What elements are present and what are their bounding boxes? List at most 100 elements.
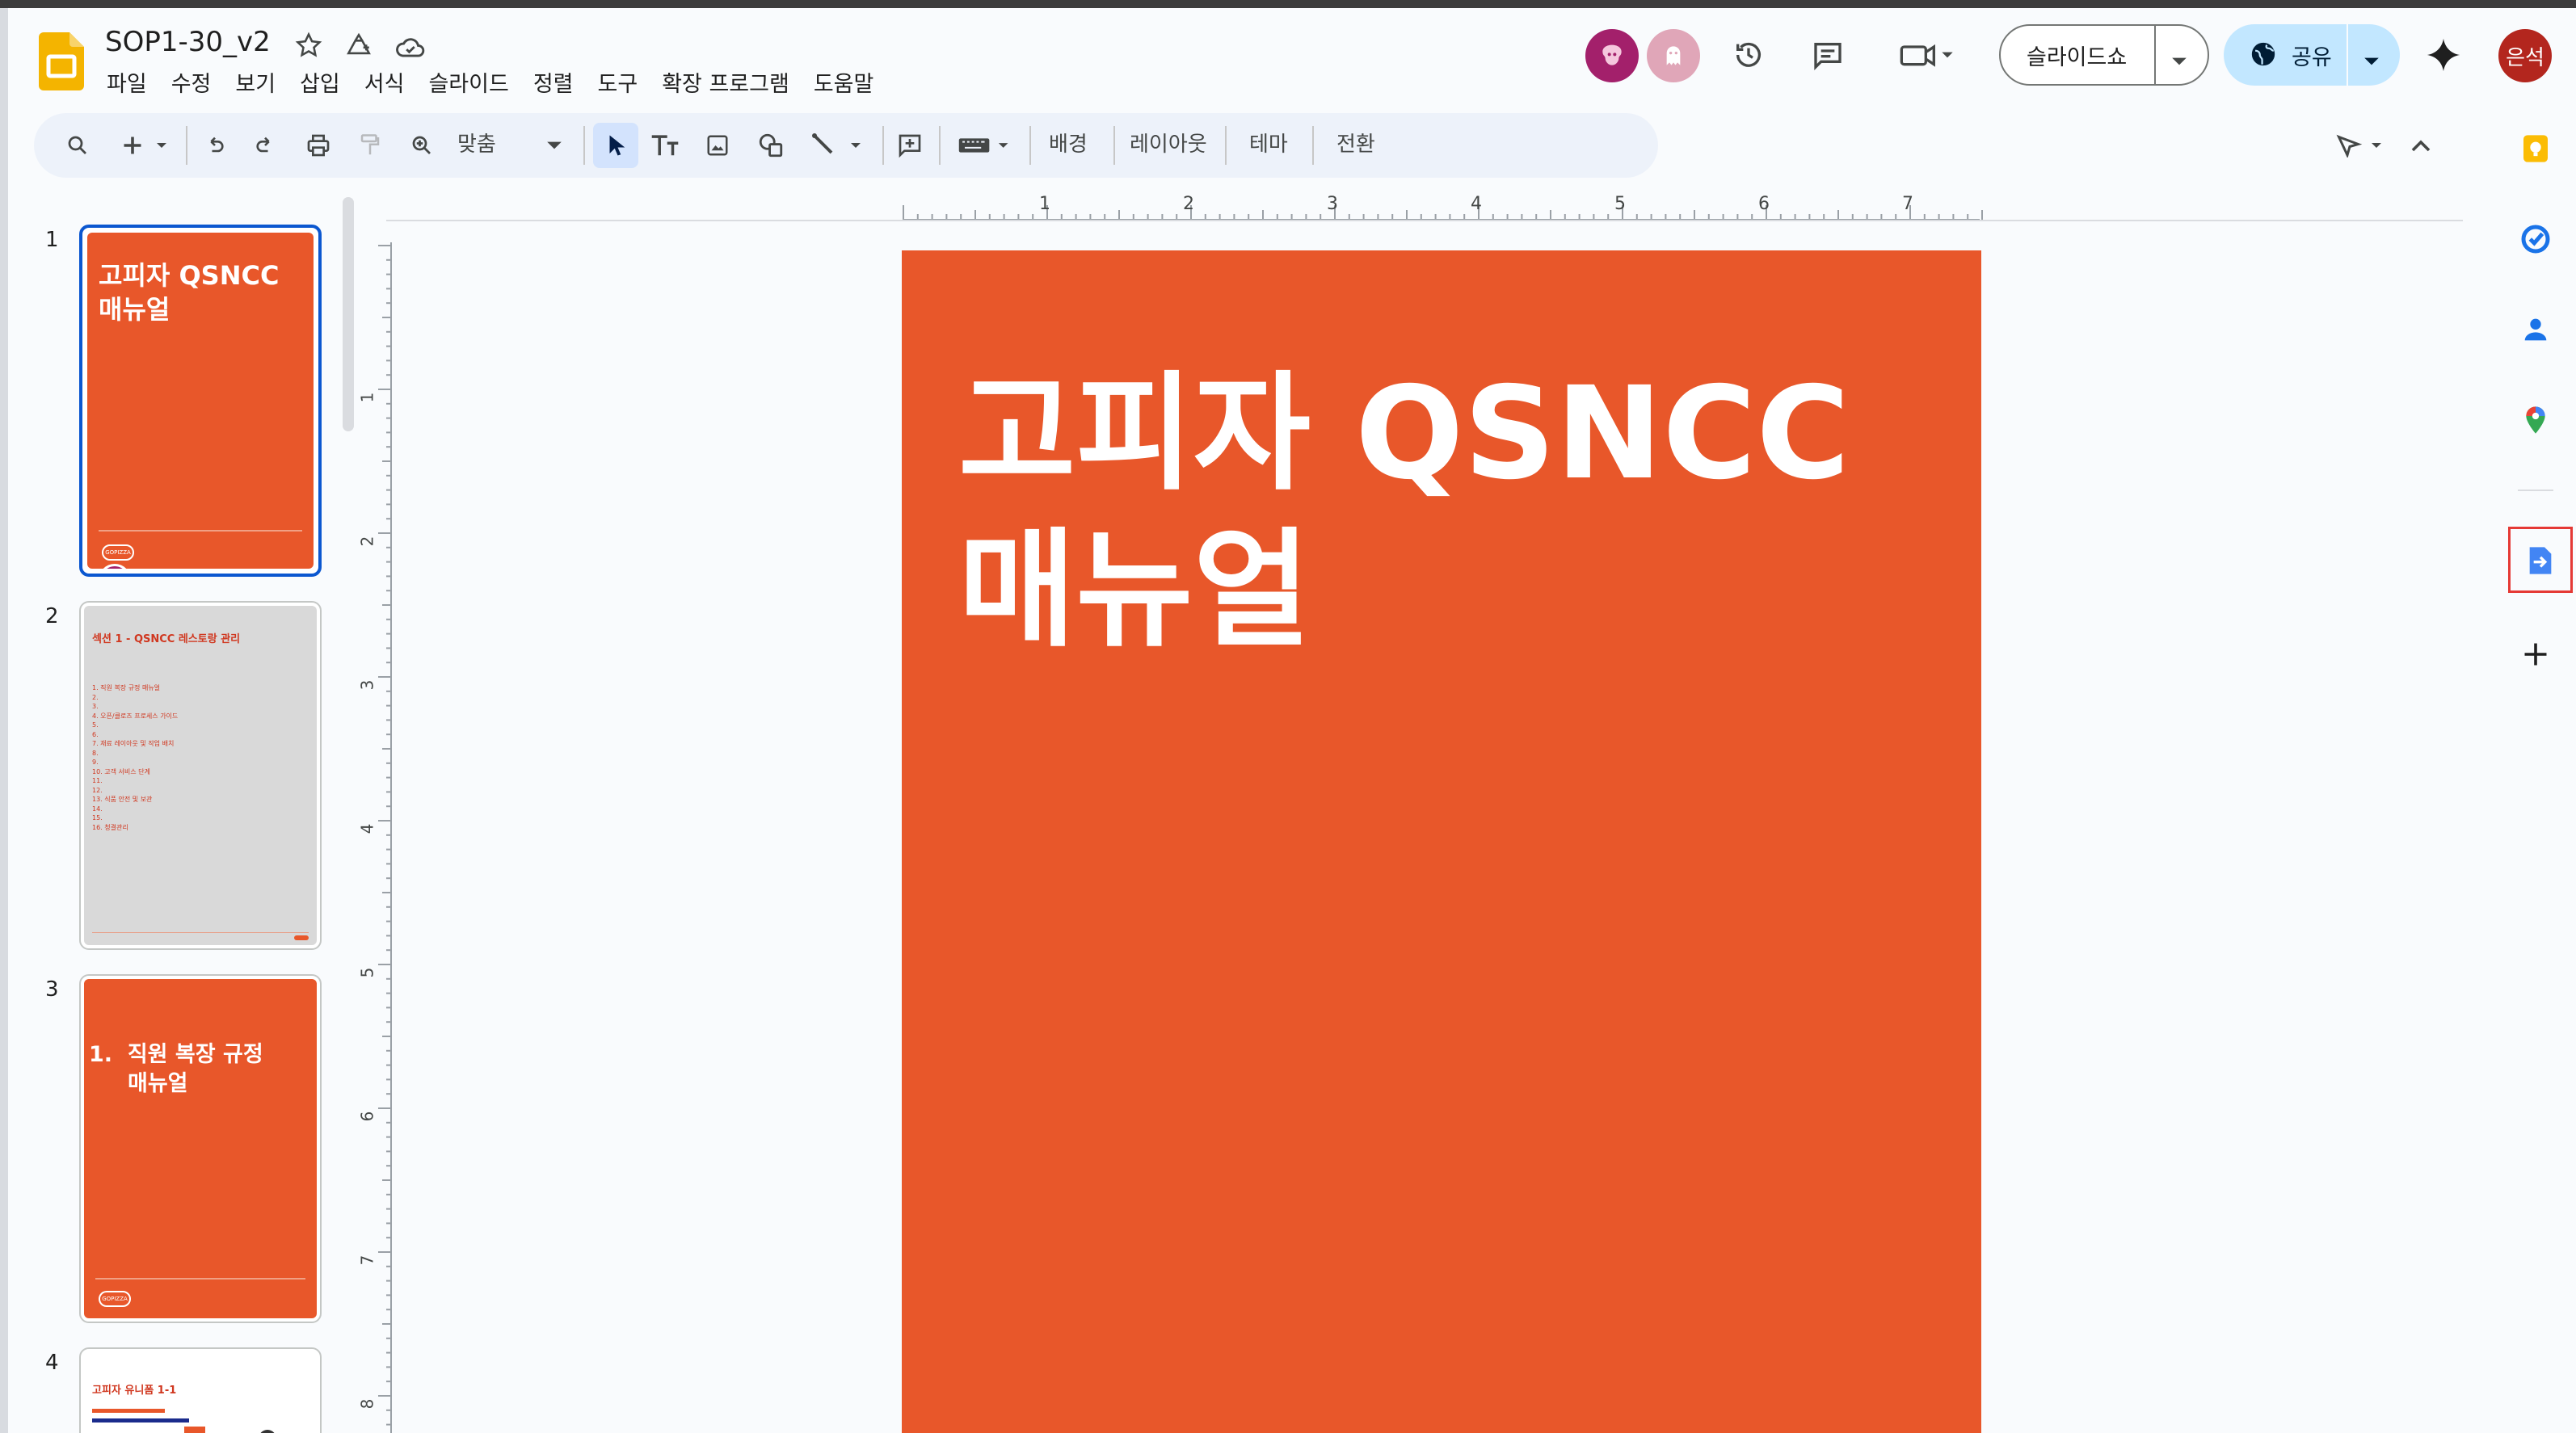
ruler-h-6: 6 [1758, 194, 1770, 214]
user-avatar[interactable]: 은석 [2498, 29, 2552, 82]
globe-icon [2250, 40, 2277, 74]
slide-thumbnail-2[interactable]: 섹션 1 - QSNCC 레스토랑 관리 1. 직원 복장 규정 매뉴얼 2. 3.… [79, 601, 322, 950]
shape-icon[interactable] [753, 126, 789, 165]
menu-help[interactable]: 도움말 [814, 66, 874, 98]
ruler-v-7: 7 [357, 1254, 377, 1266]
ruler-v-4: 4 [357, 823, 377, 834]
slide-canvas[interactable]: 고피자 QSNCC 매뉴얼 [902, 250, 1981, 1433]
star-icon[interactable] [291, 27, 326, 63]
slideshow-button[interactable]: 슬라이드쇼 [1999, 24, 2209, 86]
layout-button[interactable]: 레이아웃 [1130, 128, 1207, 158]
thumb3-logo: GOPIZZA [99, 1291, 131, 1307]
zoom-dropdown[interactable]: 맞춤 [457, 128, 496, 158]
ruler-h-1: 1 [1039, 194, 1050, 214]
addon-import-icon[interactable] [2521, 541, 2560, 580]
slide-number-4: 4 [45, 1351, 59, 1375]
thumb1-title-line1: 고피자 QSNCC [99, 260, 280, 291]
thumb4-title: 고피자 유니폼 1-1 [92, 1385, 177, 1397]
ruler-v-3: 3 [357, 679, 377, 691]
menu-edit[interactable]: 수정 [171, 66, 212, 98]
theme-button[interactable]: 테마 [1249, 128, 1288, 158]
ruler-h-3: 3 [1327, 194, 1338, 214]
slide-number-3: 3 [45, 977, 59, 1002]
share-button[interactable]: 공유 [2224, 24, 2400, 86]
thumb3-title-line1: 1. 직원 복장 규정 [89, 1042, 263, 1067]
text-box-icon[interactable] [646, 126, 684, 165]
ruler-v-8: 8 [357, 1398, 377, 1410]
window-top-edge [0, 0, 2576, 8]
slide-title[interactable]: 고피자 QSNCC 매뉴얼 [958, 355, 1928, 669]
line-tool-icon[interactable] [806, 126, 871, 165]
input-tools-icon[interactable] [953, 126, 1018, 165]
redo-icon[interactable] [247, 126, 283, 165]
zoom-icon[interactable] [404, 126, 440, 165]
ruler-h-4: 4 [1471, 194, 1482, 214]
slide-number-1: 1 [45, 228, 59, 252]
add-comment-icon[interactable] [892, 126, 928, 165]
slide-thumbnail-3[interactable]: 1. 직원 복장 규정 매뉴얼 GOPIZZA [79, 974, 322, 1323]
thumb1-logo: GOPIZZA [102, 544, 134, 561]
transition-button[interactable]: 전환 [1336, 128, 1375, 158]
menu-insert[interactable]: 삽입 [300, 66, 340, 98]
search-menus-icon[interactable] [60, 126, 95, 165]
collapse-toolbar-icon[interactable] [2405, 126, 2437, 165]
slideshow-label: 슬라이드쇼 [2027, 44, 2128, 70]
menu-file[interactable]: 파일 [107, 66, 147, 98]
paint-format-icon[interactable] [352, 126, 388, 165]
collaborator-cursor-avatar [99, 564, 131, 569]
share-chevron-down-icon[interactable] [2363, 48, 2380, 74]
maps-icon[interactable] [2516, 401, 2555, 439]
window-left-edge [0, 8, 8, 1433]
ruler-h-5: 5 [1614, 194, 1626, 214]
menu-extensions[interactable]: 확장 프로그램 [662, 66, 789, 98]
tasks-icon[interactable] [2516, 220, 2555, 258]
move-to-drive-icon[interactable] [341, 27, 377, 63]
select-tool-icon[interactable] [593, 123, 638, 168]
new-slide-icon[interactable] [115, 126, 179, 165]
ruler-h-2: 2 [1183, 194, 1194, 214]
comments-icon[interactable] [1810, 37, 1846, 73]
menu-arrange[interactable]: 정렬 [533, 66, 574, 98]
collaborator-avatar-1[interactable] [1585, 29, 1639, 82]
slide-thumbnail-1[interactable]: 고피자 QSNCC 매뉴얼 GOPIZZA [79, 225, 322, 577]
thumb1-title-line2: 매뉴얼 [99, 294, 170, 325]
slides-logo-icon[interactable] [39, 32, 84, 90]
pointer-mode-icon[interactable] [2334, 126, 2395, 165]
get-addons-plus-icon[interactable] [2516, 635, 2555, 674]
side-panel-divider [2518, 490, 2553, 491]
insert-image-icon[interactable] [700, 126, 735, 165]
menu-format[interactable]: 서식 [364, 66, 405, 98]
background-button[interactable]: 배경 [1049, 128, 1088, 158]
horizontal-ruler[interactable] [897, 192, 1983, 221]
contacts-icon[interactable] [2516, 310, 2555, 349]
meet-video-icon[interactable] [1899, 37, 1955, 73]
chevron-down-icon[interactable] [2170, 48, 2188, 74]
ruler-v-5: 5 [357, 967, 377, 978]
cloud-saved-icon[interactable] [393, 29, 428, 65]
filmstrip-scrollbar[interactable] [343, 197, 354, 431]
version-history-icon[interactable] [1731, 37, 1766, 73]
thumb2-list: 1. 직원 복장 규정 매뉴얼 2. 3. 4. 오픈/클로즈 프로세스 가이드 5.… [92, 684, 179, 831]
zoom-chevron-down-icon[interactable] [538, 126, 570, 165]
share-label: 공유 [2292, 44, 2332, 70]
keep-notes-icon[interactable] [2516, 129, 2555, 168]
document-title[interactable]: SOP1-30_v2 [105, 26, 271, 58]
slide-title-line1: 고피자 QSNCC [958, 359, 1850, 508]
menu-slide[interactable]: 슬라이드 [428, 66, 508, 98]
ruler-v-2: 2 [357, 536, 377, 547]
gemini-sparkle-icon[interactable] [2426, 37, 2461, 73]
slide-thumbnail-4[interactable]: 고피자 유니폼 1-1 [79, 1347, 322, 1433]
ruler-h-7: 7 [1902, 194, 1913, 214]
print-icon[interactable] [301, 126, 336, 165]
menu-tools[interactable]: 도구 [598, 66, 638, 98]
canvas-top-border [386, 220, 2463, 221]
menu-bar: 파일 수정 보기 삽입 서식 슬라이드 정렬 도구 확장 프로그램 도움말 [107, 66, 873, 98]
slide-title-line2: 매뉴얼 [958, 516, 1311, 665]
thumb2-title: 섹션 1 - QSNCC 레스토랑 관리 [92, 633, 241, 645]
ruler-v-1: 1 [357, 392, 377, 403]
thumb3-title-line2: 매뉴얼 [128, 1071, 188, 1096]
undo-icon[interactable] [197, 126, 233, 165]
menu-view[interactable]: 보기 [235, 66, 276, 98]
ruler-v-6: 6 [357, 1111, 377, 1122]
collaborator-avatar-2[interactable] [1647, 29, 1700, 82]
